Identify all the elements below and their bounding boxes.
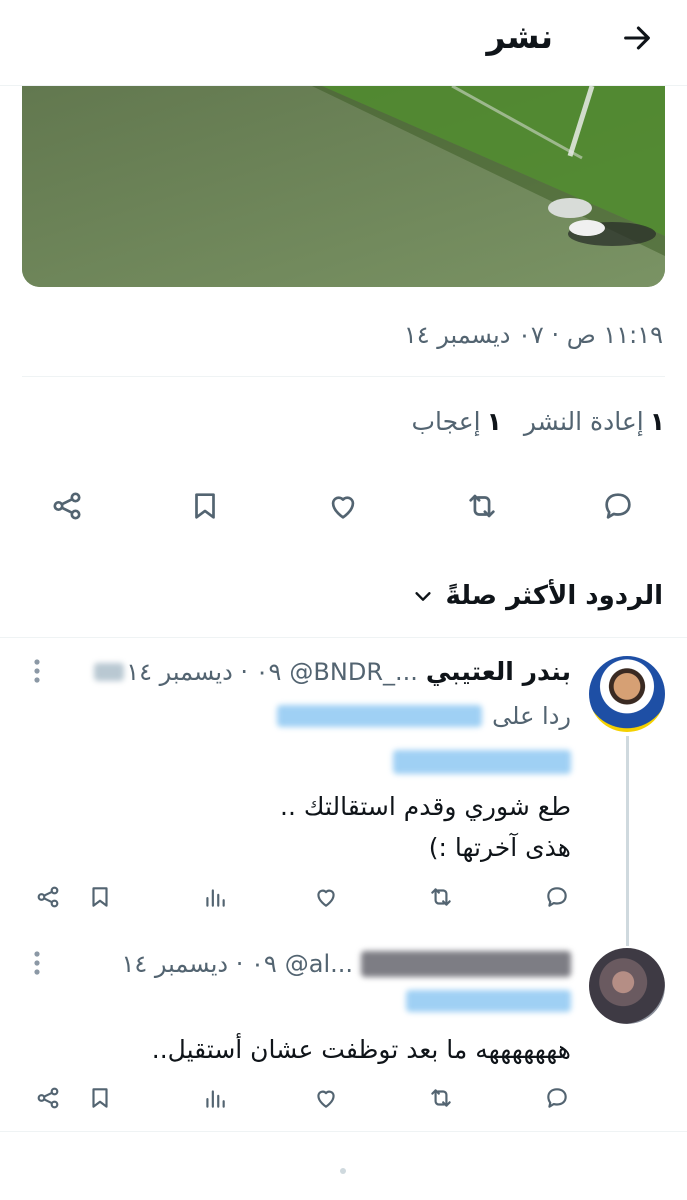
reply-author-handle[interactable]: @BNDR_... — [289, 652, 417, 692]
replying-to-label: ردا على — [492, 702, 571, 730]
redacted-mention[interactable] — [277, 705, 483, 727]
redacted-mention — [406, 990, 571, 1012]
divider — [0, 1131, 687, 1132]
likes-count: ١ — [486, 407, 502, 436]
post-timestamp[interactable]: ١١:١٩ ص · ٠٧ ديسمبر ١٤ — [404, 315, 663, 355]
reply-text-line: هذى آخرتها :) — [428, 833, 571, 862]
reply-mention[interactable] — [393, 742, 571, 780]
like-icon[interactable] — [318, 481, 368, 531]
avatar[interactable] — [589, 948, 665, 1024]
views-icon[interactable] — [195, 877, 235, 917]
reply-icon[interactable] — [537, 1078, 577, 1118]
post-image[interactable] — [22, 86, 665, 287]
views-icon[interactable] — [195, 1078, 235, 1118]
reply-date[interactable]: ٠٩ · ديسمبر ١٤ — [126, 652, 281, 692]
replies-sort-label: الردود الأكثر صلةً — [445, 581, 663, 611]
retweet-icon[interactable] — [457, 481, 507, 531]
divider — [22, 376, 665, 377]
likes-label: إعجاب — [411, 407, 481, 436]
share-icon[interactable] — [28, 877, 68, 917]
reply-icon[interactable] — [593, 481, 643, 531]
bookmark-icon[interactable] — [80, 1078, 120, 1118]
arrow-right-icon[interactable] — [617, 18, 657, 58]
reply-text-line: طع شوري وقدم استقالتك .. — [280, 792, 571, 821]
like-icon[interactable] — [306, 1078, 346, 1118]
retweet-icon[interactable] — [421, 1078, 461, 1118]
redacted-mention — [393, 750, 571, 774]
reply-header: @al... ٠٩ · ديسمبر ١٤ — [122, 944, 571, 984]
replies-sort-toggle[interactable]: الردود الأكثر صلةً — [412, 574, 663, 618]
like-icon[interactable] — [306, 877, 346, 917]
redacted-author-name[interactable] — [361, 951, 571, 977]
retweets-stat[interactable]: ١إعادة النشر — [524, 400, 665, 444]
more-options-icon[interactable] — [24, 948, 50, 978]
likes-stat[interactable]: ١إعجاب — [411, 400, 501, 444]
retweets-label: إعادة النشر — [523, 407, 644, 436]
reply-text: هههههههه ما بعد توظفت عشان أستقيل.. — [11, 1028, 571, 1072]
reply-icon[interactable] — [537, 877, 577, 917]
reply-author-handle[interactable]: @al... — [285, 944, 353, 984]
share-icon[interactable] — [42, 481, 92, 531]
retweets-count: ١ — [649, 407, 665, 436]
chevron-down-icon — [412, 585, 434, 607]
reply-text: طع شوري وقدم استقالتك .. هذى آخرتها :) — [111, 786, 571, 868]
retweet-icon[interactable] — [421, 877, 461, 917]
page-title: نشر — [486, 17, 554, 56]
reply-text-line: هههههههه ما بعد توظفت عشان أستقيل.. — [151, 1035, 571, 1064]
reply-mention[interactable] — [406, 984, 571, 1018]
bookmark-icon[interactable] — [80, 877, 120, 917]
replying-to: ردا على — [277, 696, 571, 736]
redacted-text — [94, 663, 125, 681]
divider — [0, 637, 687, 638]
post-stats: ١إعادة النشر ١إعجاب — [411, 400, 665, 444]
reply-date[interactable]: ٠٩ · ديسمبر ١٤ — [122, 944, 277, 984]
top-bar: نشر — [0, 0, 687, 86]
loading-indicator — [340, 1168, 346, 1174]
avatar[interactable] — [589, 656, 665, 732]
reply-header: بندر العتيبي @BNDR_... ٠٩ · ديسمبر ١٤ — [94, 652, 571, 692]
bookmark-icon[interactable] — [180, 481, 230, 531]
share-icon[interactable] — [28, 1078, 68, 1118]
thread-connector — [626, 736, 629, 946]
reply-author-name[interactable]: بندر العتيبي — [426, 652, 571, 692]
more-options-icon[interactable] — [24, 656, 50, 686]
